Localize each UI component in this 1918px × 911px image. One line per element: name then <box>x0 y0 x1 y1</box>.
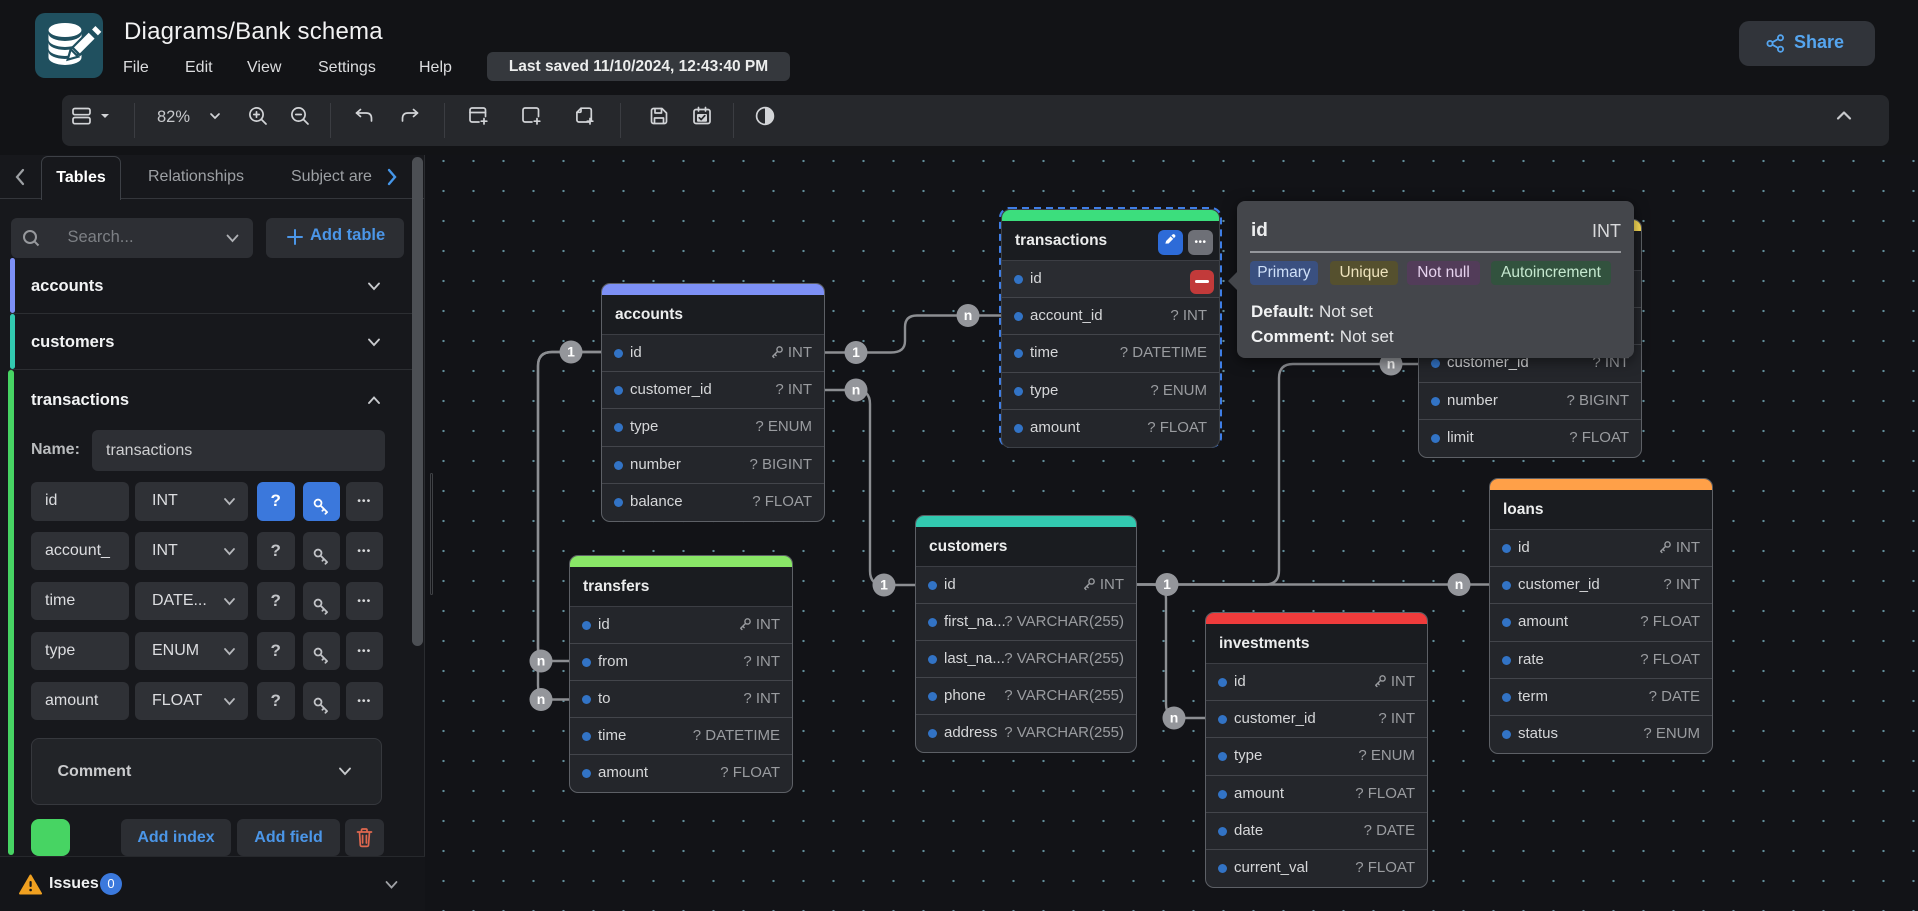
svg-text:1: 1 <box>567 344 575 360</box>
svg-text:n: n <box>852 382 861 398</box>
svg-text:n: n <box>537 653 546 669</box>
svg-text:n: n <box>1387 356 1396 372</box>
svg-text:n: n <box>1455 576 1464 592</box>
svg-text:n: n <box>537 691 546 707</box>
svg-text:n: n <box>964 307 973 323</box>
svg-text:1: 1 <box>880 577 888 593</box>
svg-text:1: 1 <box>1163 576 1171 592</box>
svg-text:n: n <box>1170 710 1179 726</box>
svg-text:1: 1 <box>852 344 860 360</box>
